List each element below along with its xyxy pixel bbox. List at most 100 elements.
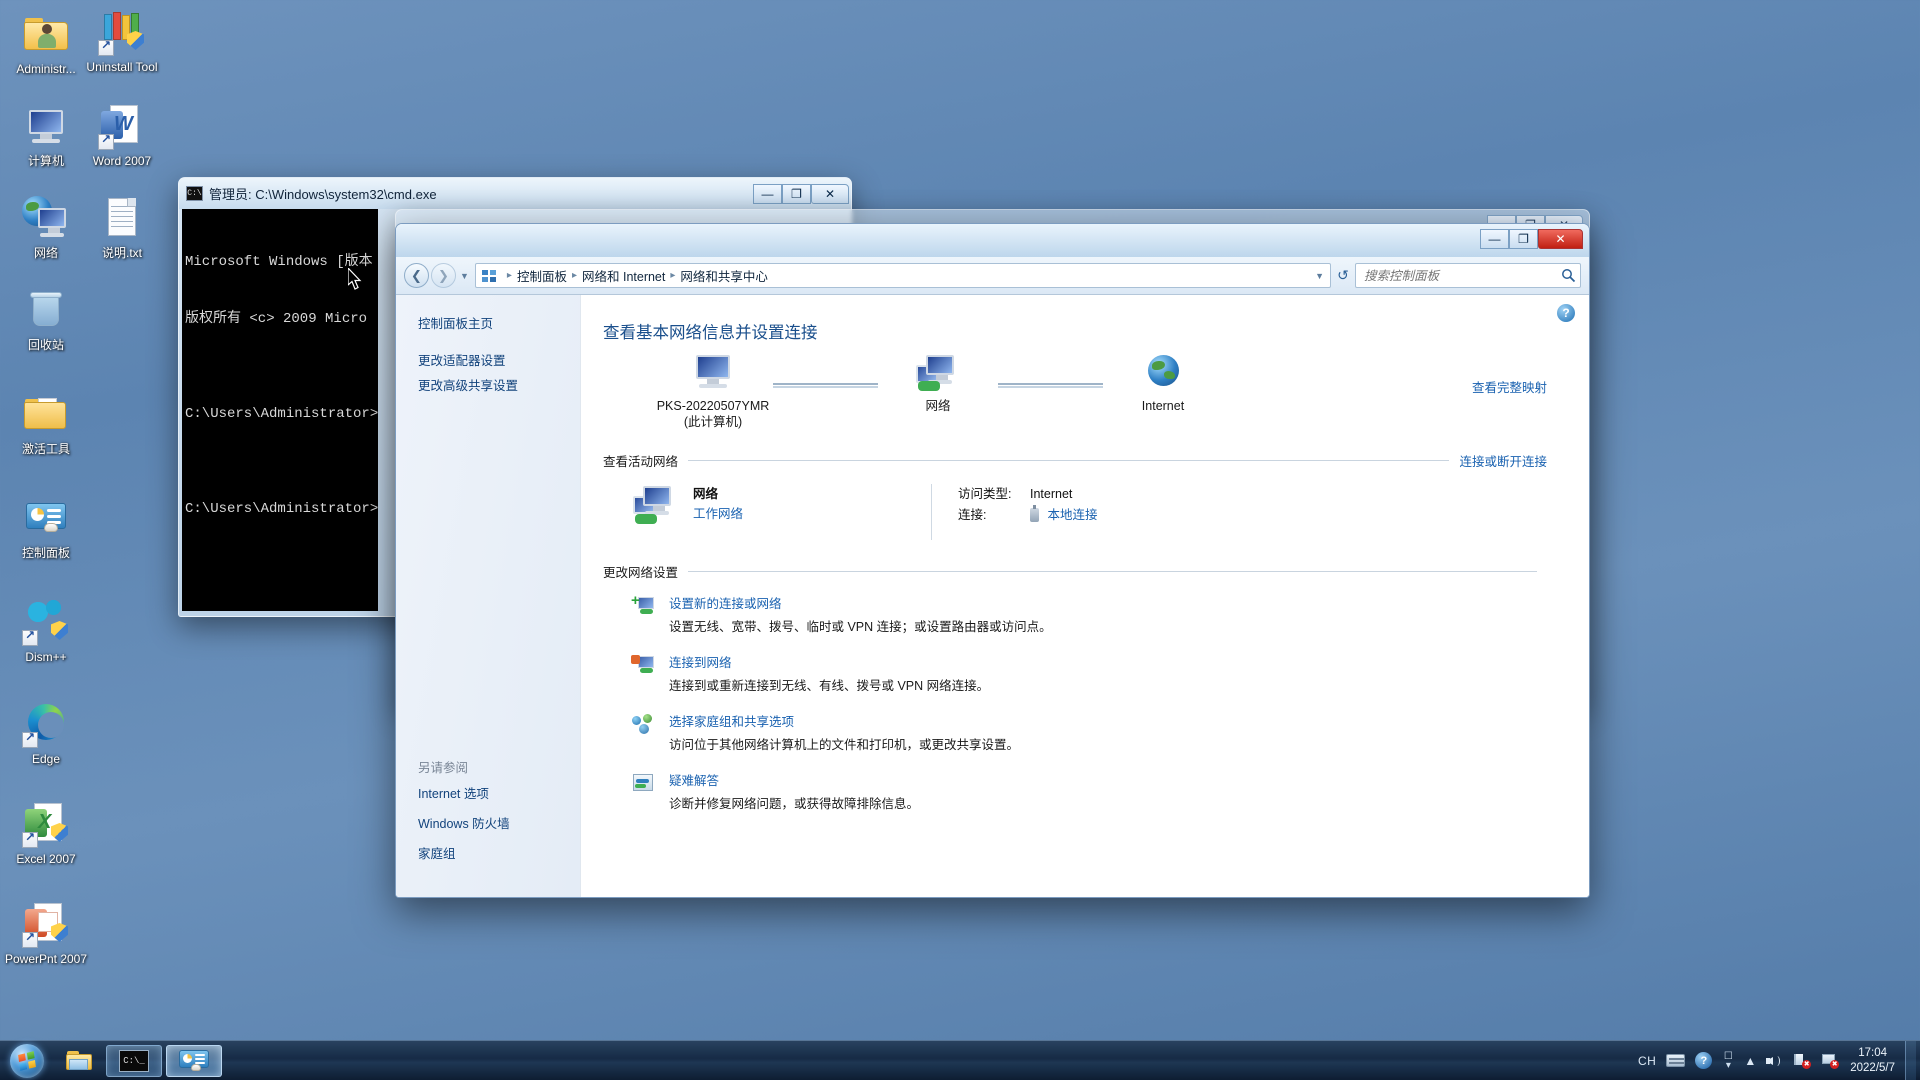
shortcut-arrow-icon [22, 830, 38, 848]
speaker-icon[interactable] [1766, 1054, 1783, 1068]
desktop-icon-readme-txt[interactable]: 说明.txt [78, 194, 166, 260]
change-settings-item-desc: 诊断并修复网络问题，或获得故障排除信息。 [669, 797, 920, 811]
breadcrumb-crumb-network-internet[interactable]: 网络和 Internet [582, 266, 665, 285]
back-arrow-icon[interactable]: ❮ [404, 263, 429, 288]
help-icon[interactable]: ? [1557, 304, 1575, 322]
breadcrumb-separator: ▸ [670, 270, 676, 281]
connect-disconnect-link[interactable]: 连接或断开连接 [1459, 451, 1547, 470]
start-button[interactable] [2, 1042, 52, 1080]
cmd-console-icon: C:\ [186, 186, 203, 201]
breadcrumb-crumb-control-panel[interactable]: 控制面板 [517, 266, 567, 285]
desktop-icon-label: 回收站 [27, 338, 64, 352]
active-network-type-link[interactable]: 工作网络 [693, 504, 743, 524]
desktop-icon-network[interactable]: 网络 [2, 194, 90, 260]
forward-arrow-icon[interactable]: ❯ [431, 263, 456, 288]
network-map: PKS-20220507YMR (此计算机) 网络 Internet 查看完整映… [603, 353, 1589, 445]
change-settings-list: + 设置新的连接或网络 设置无线、宽带、拨号、临时或 VPN 连接；或设置路由器… [603, 593, 1547, 814]
breadcrumb-separator: ▸ [506, 270, 512, 281]
detail-key-access-type: 访问类型: [958, 487, 1012, 501]
network-globe-icon [22, 194, 70, 242]
active-networks-title: 查看活动网络 [603, 455, 679, 469]
cp-navigation-bar: ❮ ❯ ▼ ▸ 控制面板 ▸ 网络和 Internet ▸ 网络和共享中心 ▼ … [396, 257, 1589, 295]
explorer-icon [65, 1049, 93, 1073]
active-network-detail-row: 访问类型: Internet [958, 484, 1098, 505]
recycle-bin-icon [22, 286, 70, 334]
control-panel-icon [22, 494, 70, 542]
network-map-node-this-computer[interactable]: PKS-20220507YMR (此计算机) [653, 353, 773, 430]
desktop-icon-administrator[interactable]: Administr... [2, 10, 90, 76]
desktop-icon-excel-2007[interactable]: X Excel 2007 [2, 800, 90, 866]
clock-time: 17:04 [1858, 1046, 1887, 1059]
desktop-icon-uninstall-tool[interactable]: Uninstall Tool [78, 8, 166, 74]
search-icon[interactable] [1561, 268, 1576, 283]
change-settings-item-title[interactable]: 连接到网络 [669, 654, 732, 672]
section-rule [688, 460, 1450, 461]
see-also-item-windows-firewall[interactable]: Windows 防火墙 [418, 815, 568, 834]
action-center-icon[interactable]: ✖ [1821, 1053, 1840, 1069]
help-icon[interactable]: ? [1695, 1052, 1713, 1069]
desktop-icon-powerpoint-2007[interactable]: PowerPnt 2007 [2, 900, 90, 966]
change-settings-item-new-connection[interactable]: + 设置新的连接或网络 设置无线、宽带、拨号、临时或 VPN 连接；或设置路由器… [631, 593, 1547, 637]
active-networks-section: 查看活动网络 连接或断开连接 网络 工作网络 访问类型: Internet 连接… [603, 451, 1589, 540]
search-box[interactable] [1355, 263, 1581, 288]
change-settings-item-troubleshoot[interactable]: 疑难解答 诊断并修复网络问题，或获得故障排除信息。 [631, 772, 1547, 814]
windows-orb-icon [10, 1043, 44, 1078]
taskbar-button-control-panel[interactable] [166, 1044, 222, 1077]
keyboard-icon[interactable] [1666, 1054, 1686, 1067]
change-settings-item-homegroup[interactable]: 选择家庭组和共享选项 访问位于其他网络计算机上的文件和打印机，或更改共享设置。 [631, 713, 1547, 755]
change-settings-item-connect-network[interactable]: 连接到网络 连接到或重新连接到无线、有线、拨号或 VPN 网络连接。 [631, 654, 1547, 696]
breadcrumb-dropdown-icon[interactable]: ▼ [1315, 271, 1324, 281]
breadcrumb-crumb-sharing-center[interactable]: 网络和共享中心 [680, 266, 768, 285]
see-also-item-homegroup[interactable]: 家庭组 [418, 845, 568, 864]
network-and-sharing-center-window[interactable]: — ❐ ✕ ❮ ❯ ▼ ▸ 控制面板 ▸ 网络和 Internet ▸ 网络和共… [395, 223, 1590, 898]
cmd-titlebar[interactable]: C:\ 管理员: C:\Windows\system32\cmd.exe — ❐… [179, 178, 851, 209]
detail-value-local-connection-link[interactable]: 本地连接 [1047, 508, 1097, 522]
clock[interactable]: 17:04 2022/5/7 [1844, 1046, 1905, 1076]
network-map-node-network[interactable]: 网络 [878, 353, 998, 414]
desktop-icon-computer[interactable]: 计算机 [2, 102, 90, 168]
change-settings-item-title[interactable]: 选择家庭组和共享选项 [669, 713, 794, 731]
sidebar-item-change-adapter-settings[interactable]: 更改适配器设置 [418, 352, 580, 371]
desktop-icon-control-panel[interactable]: 控制面板 [2, 494, 90, 560]
detail-value-access-type: Internet [1030, 487, 1073, 501]
homegroup-icon [631, 713, 657, 737]
desktop-icon-edge[interactable]: Edge [2, 700, 90, 766]
cp-titlebar[interactable]: — ❐ ✕ [396, 224, 1589, 257]
change-settings-item-title[interactable]: 疑难解答 [669, 772, 719, 790]
search-input[interactable] [1364, 268, 1561, 283]
vertical-divider [931, 484, 932, 540]
sidebar-item-change-advanced-sharing[interactable]: 更改高级共享设置 [418, 377, 580, 396]
shield-icon [51, 621, 68, 640]
cp-close-button[interactable]: ✕ [1538, 229, 1583, 249]
cmd-line: C:\Users\Administrator> [185, 501, 378, 517]
chevron-down-icon[interactable]: ▼ [460, 271, 469, 281]
change-settings-section: 更改网络设置 + 设置新的连接或网络 设置无线、宽带、拨号、临时或 VPN 连接… [603, 562, 1589, 814]
breadcrumb[interactable]: ▸ 控制面板 ▸ 网络和 Internet ▸ 网络和共享中心 ▼ [474, 263, 1331, 288]
network-map-node-label: 网络 [925, 399, 951, 413]
taskbar-button-cmd[interactable]: C:\_ [106, 1044, 162, 1077]
cmd-window-controls: — ❐ ✕ [753, 183, 849, 204]
desktop-icon-recycle-bin[interactable]: 回收站 [2, 286, 90, 352]
network-map-node-internet[interactable]: Internet [1103, 353, 1223, 414]
network-flag-icon[interactable]: ✖ [1793, 1053, 1812, 1069]
ime-toolbar-icon[interactable]: ☐ ▾ [1722, 1051, 1734, 1070]
tray-language-indicator[interactable]: CH [1638, 1054, 1656, 1068]
change-settings-item-title[interactable]: 设置新的连接或网络 [669, 595, 782, 613]
chevron-up-icon[interactable]: ▲ [1744, 1054, 1756, 1068]
taskbar-button-explorer[interactable] [56, 1045, 102, 1077]
cmd-close-button[interactable]: ✕ [811, 183, 849, 204]
desktop-icon-dism[interactable]: Dism++ [2, 598, 90, 664]
see-also-item-internet-options[interactable]: Internet 选项 [418, 785, 568, 804]
refresh-icon[interactable]: ↺ [1331, 267, 1355, 284]
breadcrumb-separator: ▸ [571, 270, 577, 281]
sidebar-item-control-panel-home[interactable]: 控制面板主页 [418, 315, 580, 334]
desktop-icon-word-2007[interactable]: W Word 2007 [78, 102, 166, 168]
view-full-map-link[interactable]: 查看完整映射 [1472, 377, 1547, 396]
activation-folder-icon [22, 390, 70, 438]
desktop-icon-activation-tool[interactable]: 激活工具 [2, 390, 90, 456]
show-desktop-button[interactable] [1905, 1040, 1916, 1080]
cp-minimize-button[interactable]: — [1480, 229, 1509, 249]
cmd-maximize-button[interactable]: ❐ [782, 183, 811, 204]
cmd-minimize-button[interactable]: — [753, 183, 782, 204]
cp-maximize-button[interactable]: ❐ [1509, 229, 1538, 249]
